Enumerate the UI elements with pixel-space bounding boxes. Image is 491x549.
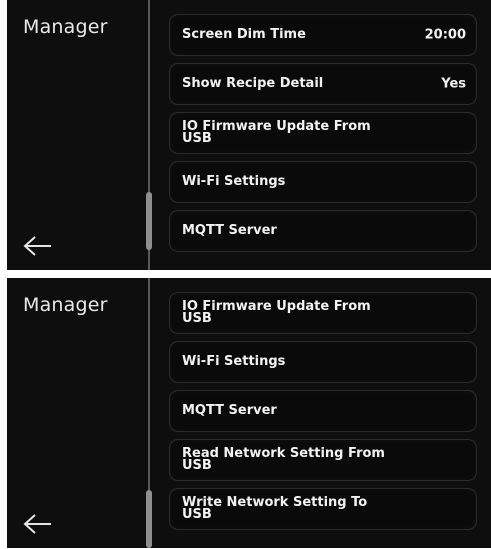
setting-label: Wi-Fi Settings — [182, 174, 286, 189]
manager-screen-top: Manager Screen Dim Time 20:00 Show Recip… — [7, 0, 491, 270]
setting-label: IO Firmware Update From USB — [182, 119, 371, 146]
setting-item-write-network-setting[interactable]: Write Network Setting To USB — [169, 488, 477, 530]
scrollbar-thumb[interactable] — [146, 192, 152, 250]
setting-item-show-recipe-detail[interactable]: Show Recipe Detail Yes — [169, 63, 477, 105]
setting-label: Write Network Setting To USB — [182, 495, 368, 522]
page-title: Manager — [23, 16, 108, 38]
setting-label: Read Network Setting From USB — [182, 446, 385, 473]
scrollbar-thumb[interactable] — [146, 490, 152, 548]
manager-screen-bottom: Manager IO Firmware Update From USB Wi-F… — [7, 278, 491, 548]
setting-item-mqtt-server[interactable]: MQTT Server — [169, 390, 477, 432]
setting-item-read-network-setting[interactable]: Read Network Setting From USB — [169, 439, 477, 481]
setting-item-wifi-settings[interactable]: Wi-Fi Settings — [169, 161, 477, 203]
settings-list: Screen Dim Time 20:00 Show Recipe Detail… — [169, 14, 477, 259]
setting-label: MQTT Server — [182, 223, 277, 238]
setting-item-io-firmware-update[interactable]: IO Firmware Update From USB — [169, 292, 477, 334]
setting-label: Show Recipe Detail — [182, 76, 324, 91]
left-arrow-icon — [23, 236, 51, 256]
settings-list: IO Firmware Update From USB Wi-Fi Settin… — [169, 292, 477, 537]
setting-item-screen-dim-time[interactable]: Screen Dim Time 20:00 — [169, 14, 477, 56]
back-button[interactable] — [21, 234, 55, 258]
back-button[interactable] — [21, 512, 55, 536]
setting-label: Wi-Fi Settings — [182, 354, 286, 369]
setting-item-io-firmware-update[interactable]: IO Firmware Update From USB — [169, 112, 477, 154]
left-arrow-icon — [23, 514, 51, 534]
setting-label: Screen Dim Time — [182, 27, 306, 42]
setting-item-mqtt-server[interactable]: MQTT Server — [169, 210, 477, 252]
setting-value: Yes — [441, 76, 466, 92]
page-title: Manager — [23, 294, 108, 316]
setting-item-wifi-settings[interactable]: Wi-Fi Settings — [169, 341, 477, 383]
setting-label: IO Firmware Update From USB — [182, 299, 371, 326]
setting-label: MQTT Server — [182, 403, 277, 418]
setting-value: 20:00 — [424, 27, 466, 43]
